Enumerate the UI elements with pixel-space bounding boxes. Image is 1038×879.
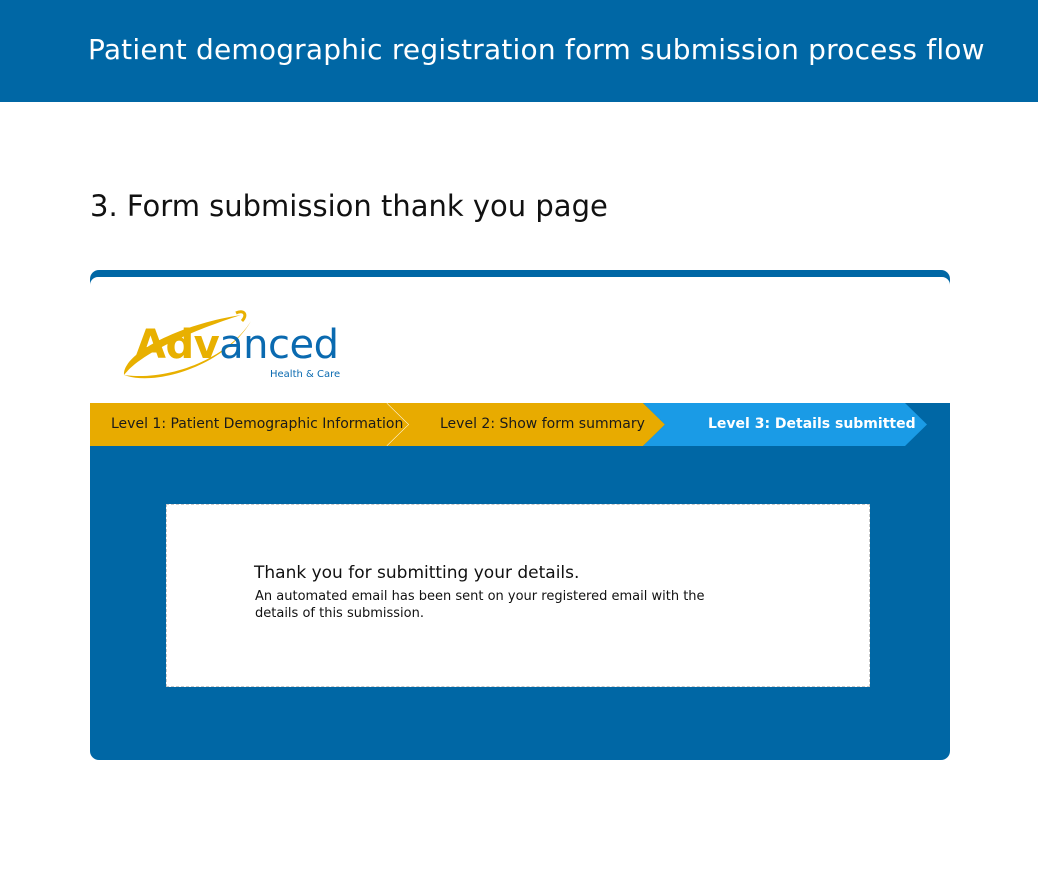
advanced-logo[interactable]: Advanced Health & Care: [116, 303, 356, 393]
step-2-label: Level 2: Show form summary: [440, 416, 645, 432]
step-3-label: Level 3: Details submitted: [708, 416, 916, 432]
form-card: Advanced Health & Care Level 1: Patient …: [90, 270, 950, 760]
top-banner: Patient demographic registration form su…: [0, 0, 1038, 102]
progress-steps: Level 1: Patient Demographic Information…: [90, 403, 950, 446]
step-1-label: Level 1: Patient Demographic Information: [111, 416, 404, 432]
section-heading: 3. Form submission thank you page: [90, 189, 608, 223]
confirmation-title: Thank you for submitting your details.: [254, 563, 580, 583]
card-header: Advanced Health & Care: [90, 277, 950, 403]
logo-wordmark: Advanced: [135, 322, 339, 368]
confirmation-box: Thank you for submitting your details. A…: [166, 504, 870, 687]
page-title: Patient demographic registration form su…: [88, 33, 985, 66]
logo-tagline: Health & Care: [270, 369, 341, 380]
confirmation-text: An automated email has been sent on your…: [255, 589, 705, 621]
